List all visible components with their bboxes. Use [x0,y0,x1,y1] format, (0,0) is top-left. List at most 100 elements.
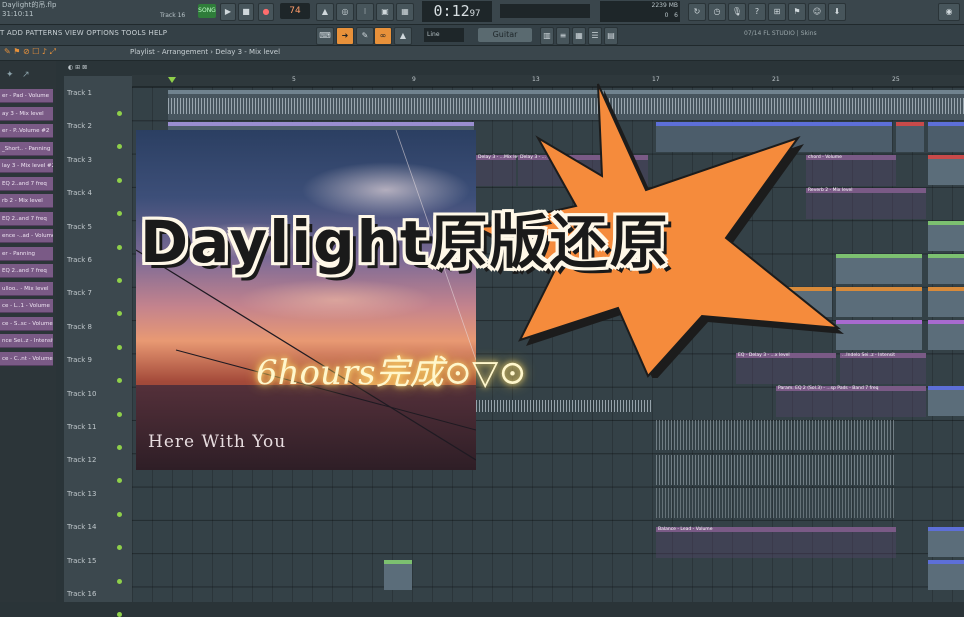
automation-clip-param-eq[interactable]: Param. EQ 2 (Sol.3) - ...sp Pads - Band … [776,386,926,417]
pattern-clip-sub-bass[interactable]: Sub bass [836,320,922,350]
mic-icon[interactable]: 🎙 [728,3,746,21]
main-menu[interactable]: T ADD PATTERNS VIEW OPTIONS TOOLS HELP [0,29,167,37]
keyboard-icon[interactable]: ⌨ [316,27,334,45]
play-button[interactable]: ▶ [220,3,236,21]
pattern-clip-sp-pads[interactable]: sp pads [836,287,922,317]
metronome-icon[interactable]: ◎ [336,3,354,21]
track-mute-led[interactable] [117,578,122,584]
automation-item[interactable]: EQ 2..and 7 freq [0,264,53,278]
record-button[interactable]: ● [258,3,274,21]
audio-clip-kshmr-2[interactable]: KSHMR f..ve [928,527,964,557]
timer-icon[interactable]: ◷ [708,3,726,21]
track-label[interactable]: Track 14 [67,523,96,531]
automation-item[interactable]: ce - S..sc - Volume [0,316,53,331]
automation-item[interactable]: ce - C..nt - Volume [0,351,53,366]
browser-expand-icon[interactable]: ✦ ↗ [6,70,30,80]
track-mute-led[interactable] [117,278,122,283]
track-mute-led[interactable] [117,511,122,517]
playlist-icon[interactable]: ▤ [604,27,618,45]
snap-selector[interactable]: Line [424,28,464,42]
track-label[interactable]: Track 13 [67,490,96,498]
track-label[interactable]: Track 15 [67,557,96,565]
pattern-clip-ser[interactable]: Ser...t 1 [896,122,924,152]
automation-item[interactable]: er - Pad - Volume [0,89,53,103]
pattern-count-icon[interactable]: ⁝ [356,3,374,21]
snap-arrow-icon[interactable]: ➜ [336,27,354,45]
automation-item[interactable]: EQ 2..and 7 freq [0,211,53,226]
track-label[interactable]: Track 9 [67,356,92,364]
wait-icon[interactable]: ▣ [376,3,394,21]
track-header-tools[interactable]: ◐ ⊞ ⊠ [68,64,87,71]
track-label[interactable]: Track 2 [67,122,92,130]
stamp-icon[interactable]: ▲ [394,27,412,45]
time-display[interactable]: 0:1297 [422,1,492,22]
audio-clip-kshmr-3[interactable]: KSHMR f..ve [928,560,964,590]
automation-item[interactable]: ulloo.. - Mix level [0,281,53,296]
automation-item[interactable]: lay 3 - Mix level #2 [0,159,53,173]
track-label[interactable]: Track 4 [67,189,92,197]
track-mute-led[interactable] [117,411,122,417]
track-label[interactable]: Track 16 [67,590,96,598]
track-mute-led[interactable] [117,344,122,350]
clip-label: Param. EQ 2 (Sol.3) - ...sp Pads - Band … [778,386,879,391]
automation-item[interactable]: rb 2 - Mix level [0,194,53,208]
download-icon[interactable]: ⬇ [828,3,846,21]
automation-clip-intensity[interactable]: ...Indelo Sei..z - Intensit [840,353,926,384]
tool-icons[interactable]: ✎ ⚑ ⊘ ☐ ♪ ⤢ [4,47,56,57]
refresh-icon[interactable]: ↻ [688,3,706,21]
help-icon[interactable]: ? [748,3,766,21]
pattern-clip-sp-pads-b[interactable]: sp pads [928,287,964,317]
automation-item[interactable]: er - Panning [0,246,53,261]
chat-icon[interactable]: ☺ [808,3,826,21]
link-icon[interactable]: ∞ [374,27,392,45]
track-mute-led[interactable] [117,244,122,250]
track-label[interactable]: Track 1 [67,89,92,97]
mixer-icon[interactable]: ▥ [540,27,554,45]
automation-item[interactable]: nce Sei..z - Intensit [0,334,53,348]
plugin-icon[interactable]: ⊞ [768,3,786,21]
piano-roll-icon[interactable]: ≡ [556,27,570,45]
track-mute-led[interactable] [117,177,122,183]
countdown-icon[interactable]: ▦ [396,3,414,21]
playhead-marker[interactable] [168,77,176,83]
pattern-clip-chord[interactable]: Chord [836,254,922,284]
automation-item[interactable]: ence -..ad - Volume [0,229,53,243]
waveform-track11 [656,420,896,450]
stop-button[interactable]: ■ [238,3,254,21]
track-label[interactable]: Track 7 [67,289,92,297]
automation-item[interactable]: _Short.. - Panning [0,141,53,156]
track-mute-led[interactable] [117,612,122,617]
tag-icon[interactable]: ⚑ [788,3,806,21]
track-label[interactable]: Track 10 [67,390,96,398]
pattern-clip-chord-b[interactable]: Chord [928,254,964,284]
pencil-icon[interactable]: ✎ [356,27,374,45]
tempo-display[interactable]: 74 [280,3,310,19]
pattern-clip-sub-bass-b[interactable]: Sub bass [928,320,964,350]
automation-item[interactable]: EQ 2..and 7 freq [0,176,53,191]
instrument-selector[interactable]: Guitar [478,28,532,42]
audio-clip-kshmr[interactable]: KSHMR f..ve [928,386,964,416]
pattern-clip-bey[interactable]: Bey..1 [384,560,412,590]
track-label[interactable]: Track 3 [67,156,92,164]
pattern-clip-bell[interactable]: Bell [928,122,964,152]
automation-clip-balance-lead[interactable]: Balance - Lead - Volume [656,527,896,558]
song-mode-toggle[interactable]: SONG [198,4,216,18]
up-arrow-icon[interactable]: ▲ [316,3,334,21]
browser-icon[interactable]: ☰ [588,27,602,45]
user-icon[interactable]: ◉ [938,3,960,21]
clip-label: Balance - Lead - Volume [658,527,713,532]
clip-label: ...Indelo Sei..z - Intensit [842,353,896,358]
track-label[interactable]: Track 12 [67,456,96,464]
automation-item[interactable]: ay 3 - Mix level [0,106,53,121]
track-mute-led[interactable] [117,445,122,450]
track-label[interactable]: Track 8 [67,323,92,331]
channel-rack-icon[interactable]: ▦ [572,27,586,45]
track-label[interactable]: Track 11 [67,423,96,431]
pattern-clip-chord2[interactable]: Chord2 [928,221,964,251]
track-mute-led[interactable] [117,111,122,116]
pattern-clip-lead1[interactable]: Lead1 [928,155,964,185]
automation-item[interactable]: er - P..Volume #2 [0,124,53,138]
automation-item[interactable]: ce - L..1 - Volume [0,299,53,313]
track-label[interactable]: Track 6 [67,256,92,264]
track-label[interactable]: Track 5 [67,223,92,231]
